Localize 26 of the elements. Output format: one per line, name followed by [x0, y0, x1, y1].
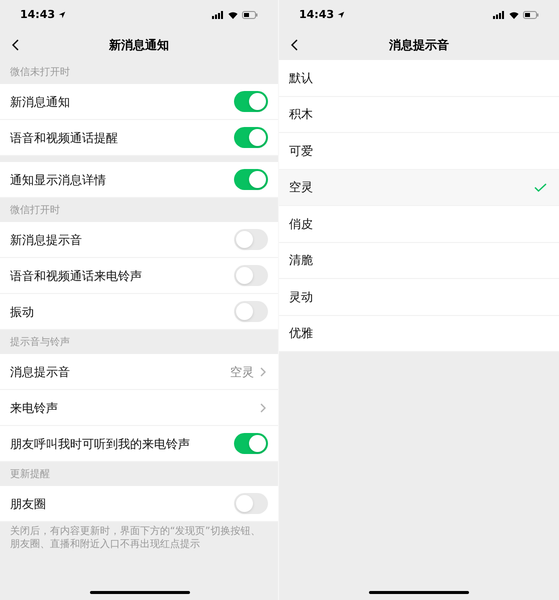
setting-label: 振动	[10, 304, 34, 320]
section-header: 微信未打开时	[10, 66, 70, 80]
status-time: 14:43	[299, 6, 334, 23]
status-time: 14:43	[20, 6, 56, 23]
setting-label: 语音和视频通话提醒	[10, 130, 118, 146]
setting-label: 新消息通知	[10, 94, 70, 110]
setting-value: 空灵	[230, 364, 254, 380]
sound-option[interactable]: 清脆	[279, 242, 559, 279]
settings-row[interactable]: 来电铃声	[0, 390, 278, 426]
setting-label: 朋友圈	[10, 496, 46, 512]
page-title: 消息提示音	[389, 37, 449, 54]
sound-option[interactable]: 空灵	[279, 170, 559, 206]
setting-label: 通知显示消息详情	[10, 172, 106, 188]
settings-row[interactable]: 消息提示音 空灵	[0, 354, 278, 390]
setting-label: 消息提示音	[10, 364, 70, 380]
setting-label: 新消息提示音	[10, 232, 82, 248]
footnote-text: 关闭后，有内容更新时，界面下方的“发现页”切换按钮、朋友圈、直播和附近入口不再出现红点提示	[9, 524, 262, 551]
section-header: 更新提醒	[10, 468, 50, 482]
setting-label: 来电铃声	[10, 400, 58, 416]
setting-label: 语音和视频通话来电铃声	[10, 268, 142, 284]
section-header: 微信打开时	[10, 204, 60, 218]
setting-label: 朋友呼叫我时可听到我的来电铃声	[10, 436, 190, 452]
sound-option[interactable]: 积木	[279, 96, 559, 133]
section-header: 提示音与铃声	[10, 336, 70, 350]
sound-option[interactable]: 优雅	[279, 316, 559, 352]
page-title: 新消息通知	[109, 37, 169, 54]
